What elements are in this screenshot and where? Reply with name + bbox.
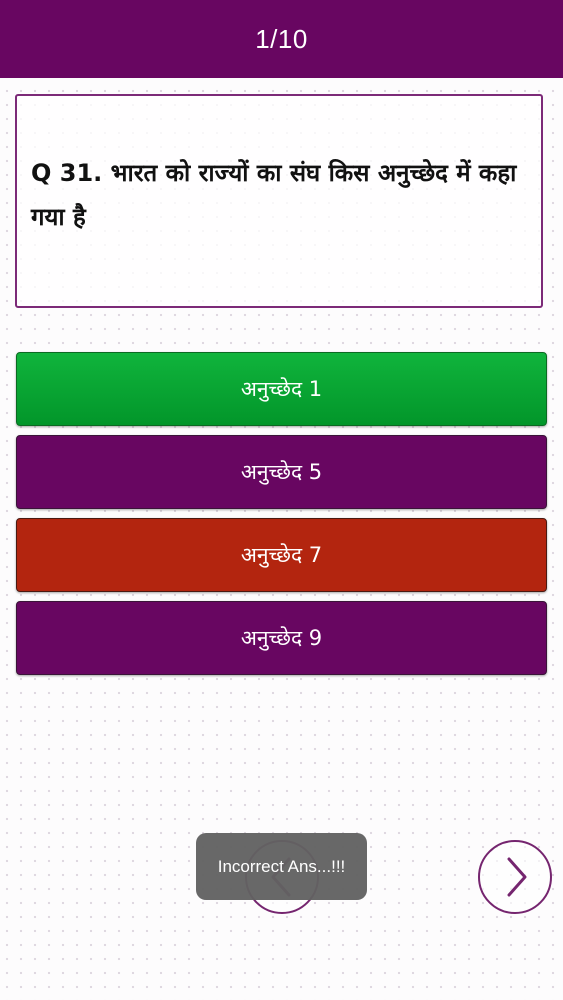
- question-counter: 1/10: [255, 23, 308, 54]
- option-button-1[interactable]: अनुच्छेद 1: [16, 352, 547, 426]
- option-label: अनुच्छेद 7: [240, 543, 323, 567]
- question-card: Q 31. भारत को राज्यों का संघ किस अनुच्छे…: [15, 94, 543, 308]
- next-button[interactable]: [478, 840, 552, 914]
- app-header: 1/10: [0, 0, 563, 78]
- toast-text: Incorrect Ans...!!!: [217, 856, 346, 876]
- option-button-2[interactable]: अनुच्छेद 5: [16, 435, 547, 509]
- question-text: Q 31. भारत को राज्यों का संघ किस अनुच्छे…: [31, 159, 517, 231]
- chevron-right-icon: [507, 857, 527, 897]
- toast-message: Incorrect Ans...!!!: [196, 833, 367, 900]
- option-label: अनुच्छेद 5: [240, 460, 323, 484]
- option-label: अनुच्छेद 9: [240, 626, 323, 650]
- option-button-3[interactable]: अनुच्छेद 7: [16, 518, 547, 592]
- option-button-4[interactable]: अनुच्छेद 9: [16, 601, 547, 675]
- option-label: अनुच्छेद 1: [240, 377, 323, 401]
